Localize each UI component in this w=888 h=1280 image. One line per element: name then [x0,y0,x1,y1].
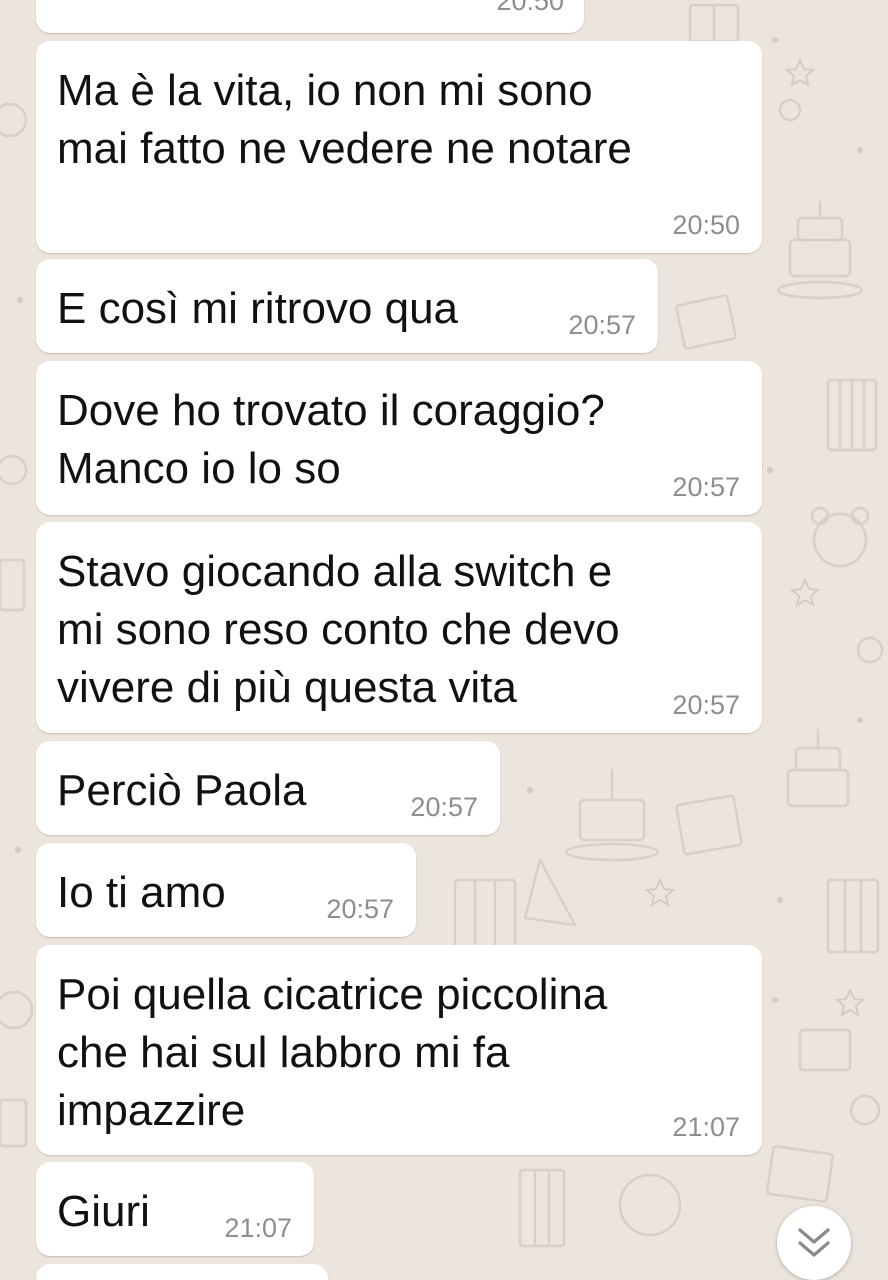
message-bubble[interactable] [36,1264,328,1280]
message-bubble[interactable]: E così mi ritrovo qua 20:57 [36,259,658,353]
message-text: Stavo giocando alla switch e mi sono res… [57,547,620,712]
message-text: Dove ho trovato il coraggio? Manco io lo… [57,386,605,493]
message-time: 20:57 [672,472,740,502]
message-time: 20:50 [496,0,564,16]
message-time: 20:57 [410,792,478,822]
scroll-to-bottom-button[interactable] [777,1206,851,1280]
message-text: Poi quella cicatrice piccolina che hai s… [57,970,608,1135]
message-time: 20:50 [672,210,740,240]
message-bubble[interactable]: Dove ho trovato il coraggio? Manco io lo… [36,361,762,515]
message-text: E così mi ritrovo qua [57,284,459,333]
message-time: 20:57 [672,690,740,720]
message-time: 20:57 [326,894,394,924]
message-text: Perciò Paola [57,766,307,815]
message-text: Ma è la vita, io non mi sono mai fatto n… [57,66,632,173]
message-time: 21:07 [672,1112,740,1142]
message-bubble[interactable]: Poi quella cicatrice piccolina che hai s… [36,945,762,1155]
message-bubble[interactable]: Giuri 21:07 [36,1162,314,1256]
message-bubble[interactable]: Stavo giocando alla switch e mi sono res… [36,522,762,733]
message-bubble[interactable]: Perciò Paola 20:57 [36,741,500,835]
message-bubble[interactable]: Io ti amo 20:57 [36,843,416,937]
message-time: 21:07 [224,1213,292,1243]
message-time: 20:57 [568,310,636,340]
message-text: Io ti amo [57,868,226,917]
message-list[interactable]: 20:50 Ma è la vita, io non mi sono mai f… [0,0,888,1280]
message-text: Giuri [57,1187,150,1236]
double-chevron-down-icon [798,1228,830,1257]
message-bubble[interactable]: 20:50 [36,0,584,33]
message-bubble[interactable]: Ma è la vita, io non mi sono mai fatto n… [36,41,762,253]
